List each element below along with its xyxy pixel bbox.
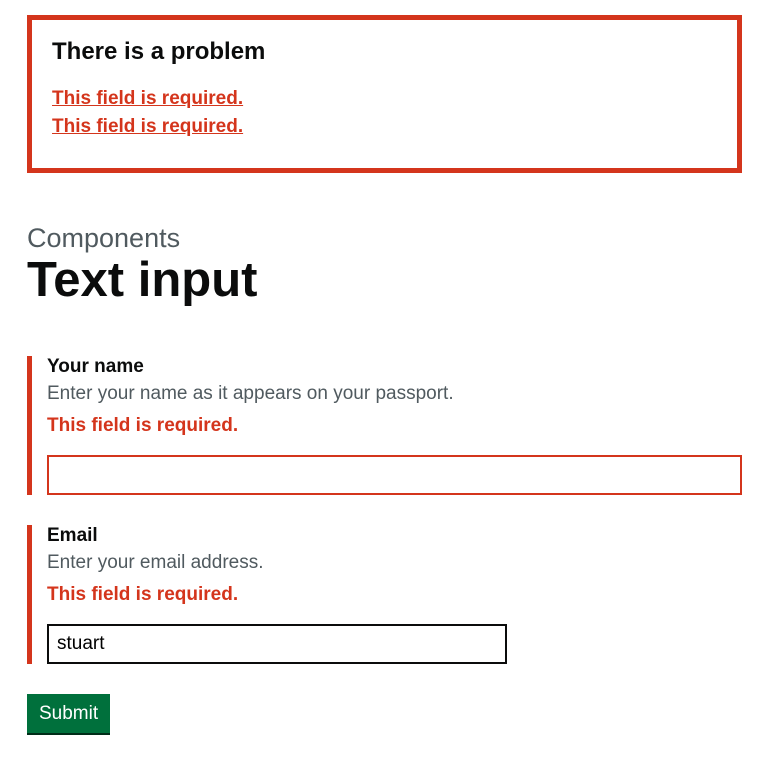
heading-caption: Components (27, 223, 180, 253)
error-summary: There is a problem This field is require… (27, 15, 742, 173)
email-input[interactable] (47, 624, 507, 664)
name-label: Your name (47, 356, 742, 378)
email-hint: Enter your email address. (47, 552, 742, 574)
error-summary-list: This field is required. This field is re… (52, 88, 717, 138)
form-group-email: Email Enter your email address. This fie… (27, 525, 742, 664)
name-error: This field is required. (47, 415, 742, 437)
email-label: Email (47, 525, 742, 547)
submit-button[interactable]: Submit (27, 694, 110, 735)
name-input[interactable] (47, 455, 742, 495)
heading-title: Text input (27, 254, 742, 308)
error-summary-title: There is a problem (52, 38, 717, 66)
error-summary-link-2[interactable]: This field is required. (52, 116, 243, 137)
page-heading: Components Text input (27, 223, 742, 308)
name-hint: Enter your name as it appears on your pa… (47, 383, 742, 405)
form-group-name: Your name Enter your name as it appears … (27, 356, 742, 495)
error-summary-link-1[interactable]: This field is required. (52, 88, 243, 109)
email-error: This field is required. (47, 584, 742, 606)
